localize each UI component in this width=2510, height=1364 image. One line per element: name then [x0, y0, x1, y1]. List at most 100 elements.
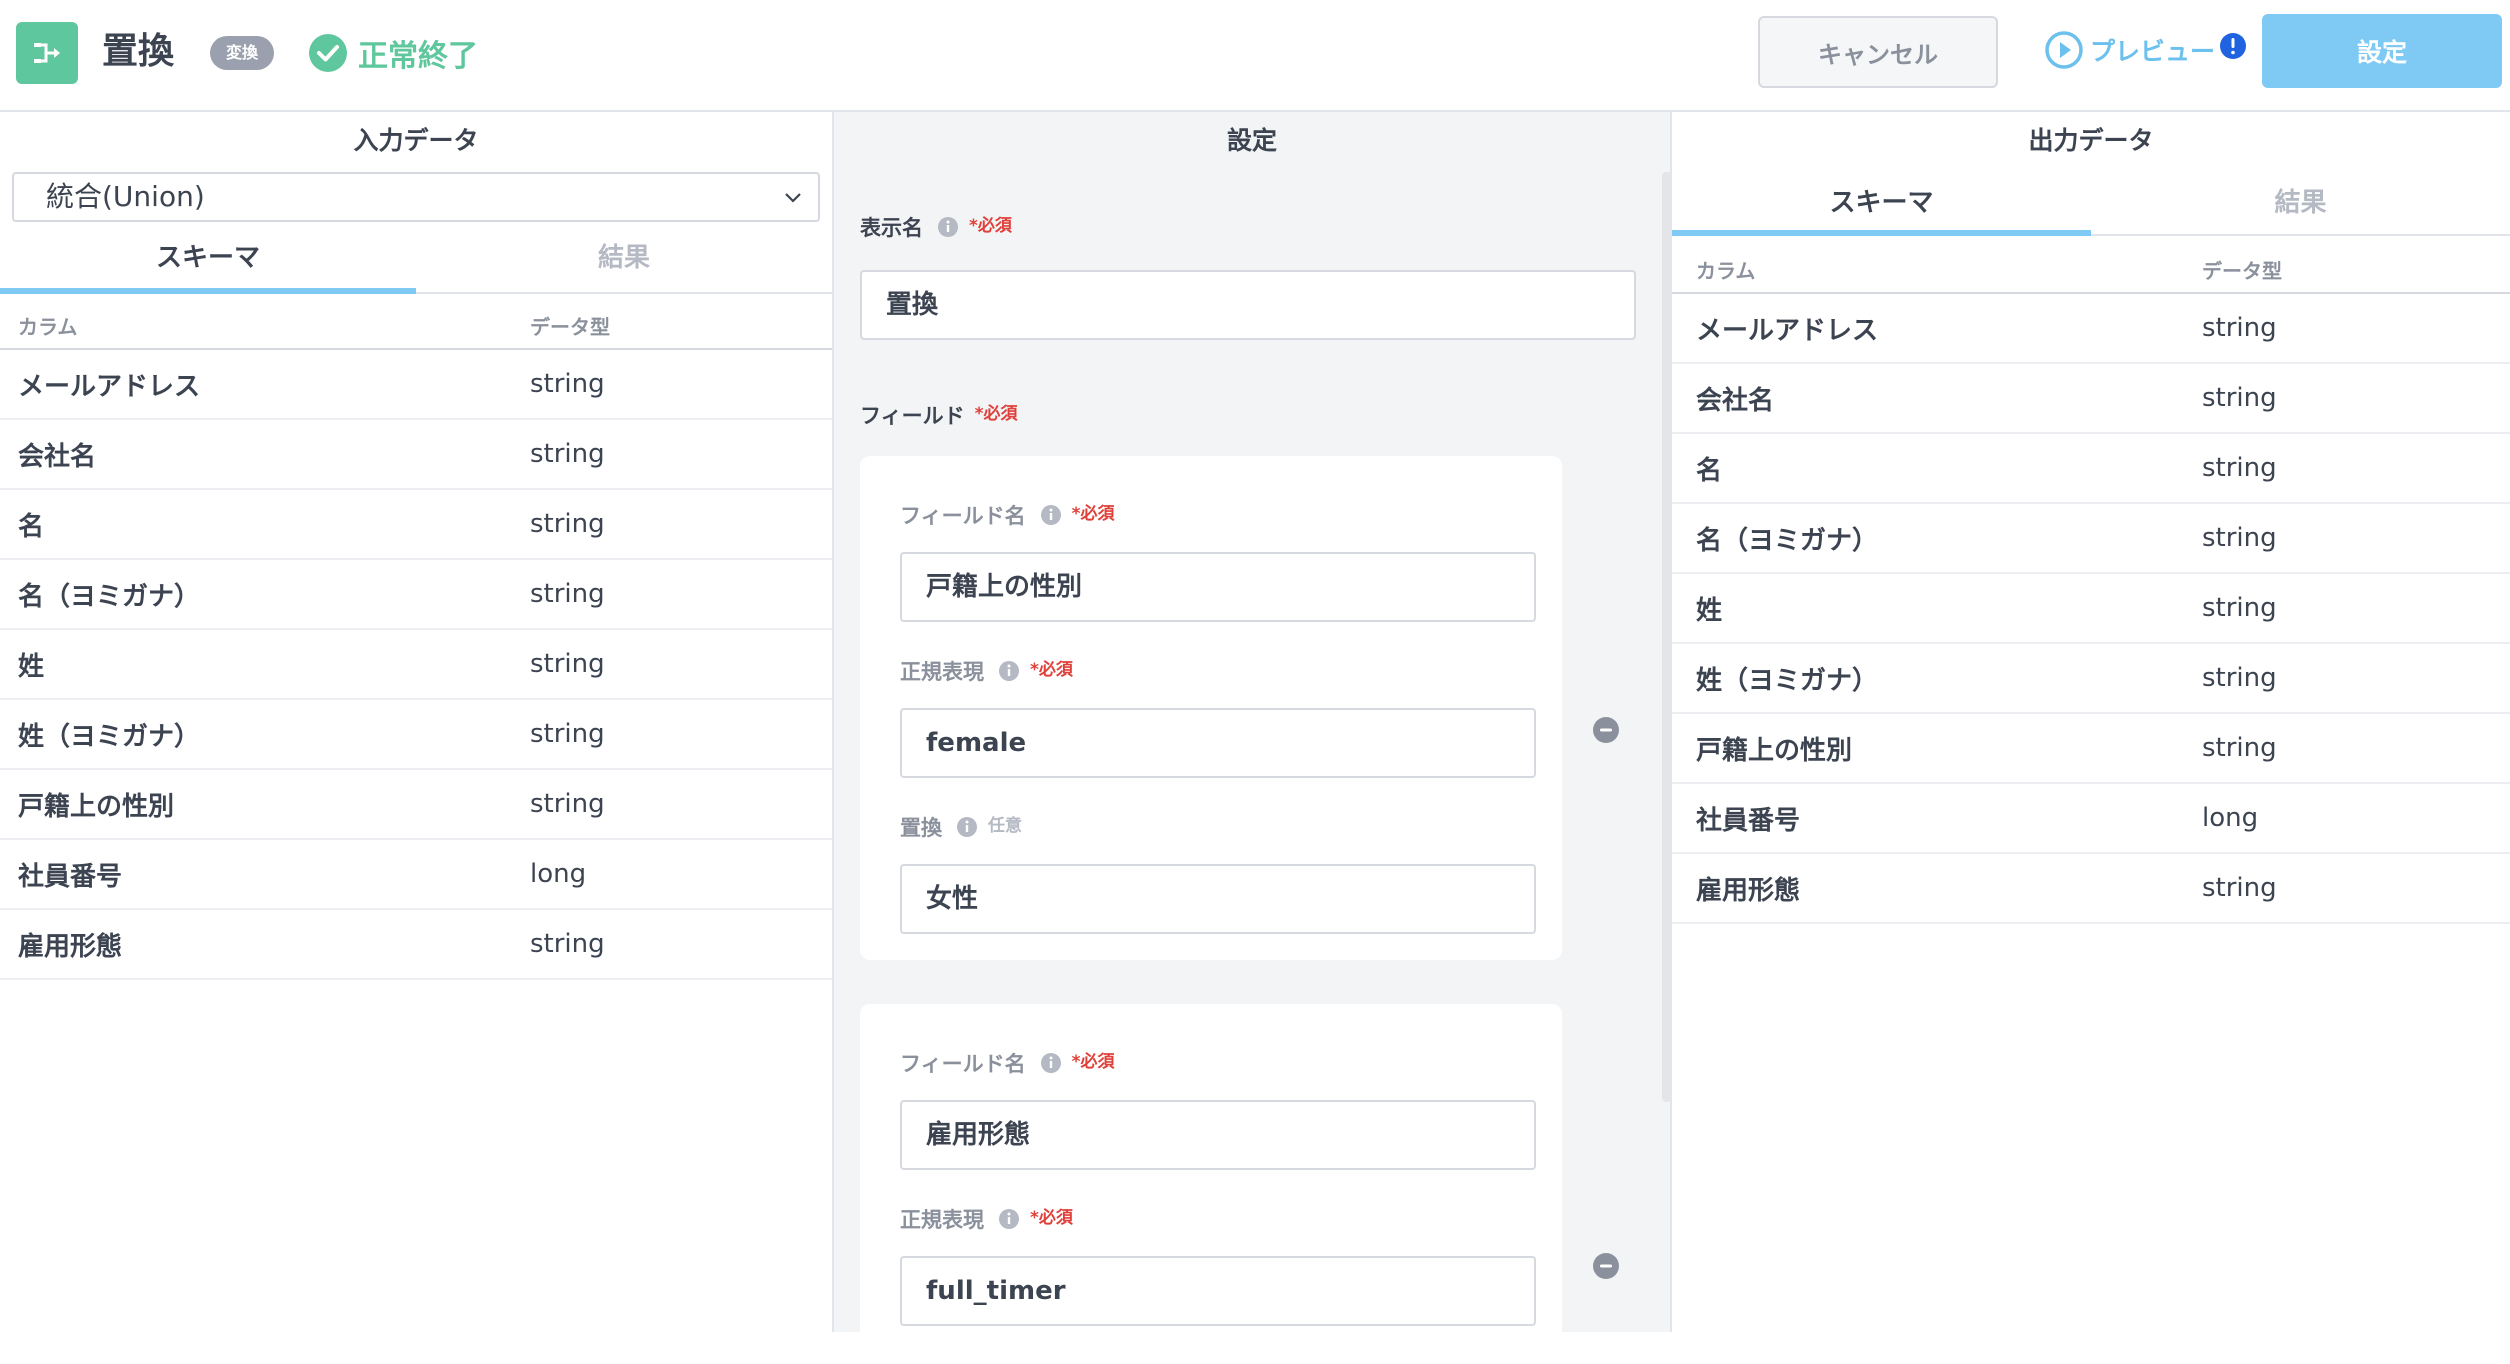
replace-input[interactable]: 女性: [900, 864, 1536, 934]
table-row: 会社名 string: [0, 420, 832, 490]
settings-panel: 設定 表示名 *必須 置換 フィールド *必須 フィールド名 *必須 戸籍上の性…: [834, 112, 1672, 1364]
table-row: 名 string: [1672, 434, 2510, 504]
datatype-header: データ型: [530, 315, 610, 339]
column-name: 姓（ヨミガナ）: [18, 721, 201, 752]
required-mark: *必須: [1030, 1207, 1073, 1228]
data-type: long: [530, 859, 587, 889]
field-name-label-row: フィールド名 *必須: [900, 1048, 1114, 1078]
column-name: 名: [18, 511, 45, 542]
column-name: 姓: [18, 651, 45, 682]
regex-label-row: 正規表現 *必須: [900, 1204, 1073, 1234]
source-select-value: 統合(Union): [46, 180, 205, 213]
column-name: 戸籍上の性別: [1696, 735, 1853, 766]
output-data-title: 出力データ: [2028, 126, 2154, 155]
data-type: string: [530, 369, 605, 399]
table-row: 戸籍上の性別 string: [0, 770, 832, 840]
tab-result[interactable]: 結果: [416, 222, 832, 292]
required-mark: *必須: [969, 215, 1012, 236]
data-type: string: [2202, 523, 2277, 553]
required-mark: *必須: [1071, 1051, 1115, 1072]
table-row: 姓 string: [0, 630, 832, 700]
table-row: 会社名 string: [1672, 364, 2510, 434]
fields-label: フィールド: [860, 404, 965, 428]
apply-settings-button[interactable]: 設定: [2262, 14, 2502, 88]
data-type: string: [2202, 383, 2277, 413]
source-select[interactable]: 統合(Union): [12, 172, 820, 222]
page-title: 置換: [102, 31, 175, 72]
play-circle-icon: [2045, 31, 2083, 69]
tab-result[interactable]: 結果: [2091, 170, 2510, 234]
info-icon[interactable]: [998, 660, 1020, 682]
remove-field-icon[interactable]: [1592, 716, 1620, 744]
remove-field-icon[interactable]: [1592, 1252, 1620, 1280]
fields-label-row: フィールド *必須: [860, 400, 1017, 430]
regex-label: 正規表現: [900, 660, 984, 684]
field-card: フィールド名 *必須 戸籍上の性別 正規表現 *必須 female 置換 任意 …: [860, 456, 1562, 960]
info-icon[interactable]: [1040, 1052, 1062, 1074]
column-name: 名（ヨミガナ）: [18, 581, 201, 612]
cancel-button[interactable]: キャンセル: [1758, 16, 1998, 88]
field-name-label: フィールド名: [900, 504, 1026, 528]
column-name: 雇用形態: [18, 931, 123, 962]
table-row: 姓 string: [1672, 574, 2510, 644]
table-row: 雇用形態 string: [1672, 854, 2510, 924]
tab-schema[interactable]: スキーマ: [1672, 170, 2091, 236]
table-row: メールアドレス string: [0, 350, 832, 420]
regex-input[interactable]: full_timer: [900, 1256, 1536, 1326]
data-type: string: [530, 789, 605, 819]
info-icon[interactable]: [1040, 504, 1062, 526]
table-row: 戸籍上の性別 string: [1672, 714, 2510, 784]
field-card: フィールド名 *必須 雇用形態 正規表現 *必須 full_timer: [860, 1004, 1562, 1364]
regex-label-row: 正規表現 *必須: [900, 656, 1073, 686]
data-type: string: [530, 439, 605, 469]
table-row: 姓（ヨミガナ） string: [1672, 644, 2510, 714]
column-name: 社員番号: [18, 861, 123, 892]
required-mark: *必須: [1071, 503, 1115, 524]
input-tabs: スキーマ 結果: [0, 222, 832, 294]
info-icon[interactable]: [956, 816, 978, 838]
regex-input[interactable]: female: [900, 708, 1536, 778]
replace-label-row: 置換 任意: [900, 812, 1022, 842]
field-name-label: フィールド名: [900, 1052, 1026, 1076]
column-name: メールアドレス: [18, 371, 201, 402]
data-type: string: [530, 649, 605, 679]
column-name: 姓: [1696, 595, 1723, 626]
table-row: 社員番号 long: [1672, 784, 2510, 854]
output-data-panel: 出力データ スキーマ 結果 カラム データ型 メールアドレス string 会社名…: [1672, 112, 2510, 1332]
settings-scrollbar[interactable]: [1662, 172, 1672, 1102]
table-header: カラム データ型: [1672, 236, 2510, 294]
required-mark: *必須: [974, 403, 1018, 424]
column-name: 会社名: [1696, 385, 1775, 416]
field-name-input[interactable]: 戸籍上の性別: [900, 552, 1536, 622]
table-row: 名 string: [0, 490, 832, 560]
display-name-input[interactable]: 置換: [860, 270, 1636, 340]
data-type: long: [2202, 803, 2259, 833]
table-row: 雇用形態 string: [0, 910, 832, 980]
data-type: string: [2202, 453, 2277, 483]
datatype-header: データ型: [2202, 259, 2282, 283]
tab-schema[interactable]: スキーマ: [0, 222, 416, 294]
column-name: 雇用形態: [1696, 875, 1801, 906]
preview-button[interactable]: プレビュー: [2044, 30, 2247, 70]
data-type: string: [530, 509, 605, 539]
display-name-label: 表示名: [860, 216, 923, 240]
data-type: string: [530, 579, 605, 609]
header: 置換 変換 正常終了 キャンセル プレビュー 設定: [0, 0, 2510, 112]
info-icon[interactable]: [937, 216, 959, 238]
table-row: 姓（ヨミガナ） string: [0, 700, 832, 770]
column-header: カラム: [18, 315, 78, 339]
data-type: string: [2202, 733, 2277, 763]
data-type: string: [2202, 313, 2277, 343]
check-circle-icon: [309, 34, 347, 72]
input-data-title: 入力データ: [353, 126, 479, 155]
regex-label: 正規表現: [900, 1208, 984, 1232]
field-name-input[interactable]: 雇用形態: [900, 1100, 1536, 1170]
status-text: 正常終了: [358, 39, 478, 74]
table-row: 社員番号 long: [0, 840, 832, 910]
column-name: 名（ヨミガナ）: [1696, 525, 1879, 556]
table-row: 名（ヨミガナ） string: [0, 560, 832, 630]
column-name: 会社名: [18, 441, 97, 472]
column-name: 社員番号: [1696, 805, 1801, 836]
info-icon[interactable]: [998, 1208, 1020, 1230]
display-name-label-row: 表示名 *必須: [860, 212, 1012, 242]
